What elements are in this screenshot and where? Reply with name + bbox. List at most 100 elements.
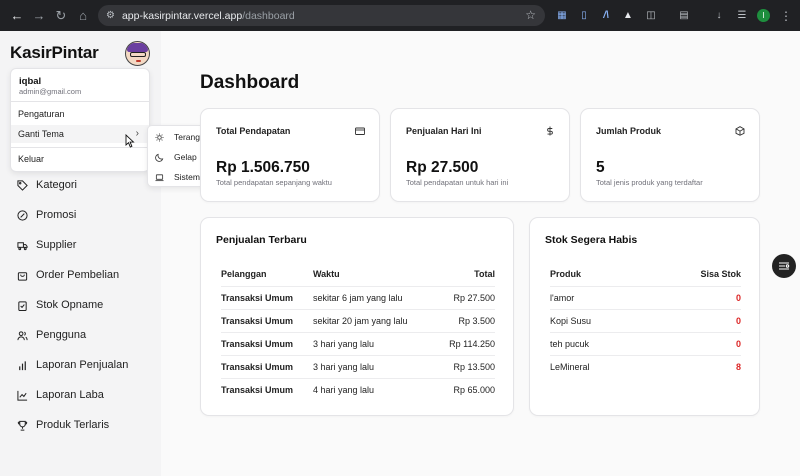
cell-total: Rp 114.250 bbox=[435, 331, 495, 355]
brand-logo-text: KasirPintar bbox=[10, 43, 99, 62]
cell-total: Rp 13.500 bbox=[435, 354, 495, 378]
menu-item-settings[interactable]: Pengaturan bbox=[11, 105, 149, 123]
translate-icon[interactable]: ▤ bbox=[674, 6, 694, 25]
cell-stock: 0 bbox=[646, 308, 741, 332]
cell-product: l'amor bbox=[550, 285, 647, 309]
home-icon[interactable]: ⌂ bbox=[72, 5, 94, 27]
cell-total: Rp 65.000 bbox=[435, 377, 495, 401]
stat-card-product-count: Jumlah Produk 5 Total jenis produk yang … bbox=[580, 108, 760, 202]
cell-customer: Transaksi Umum bbox=[221, 354, 313, 378]
column-header-time: Waktu bbox=[313, 269, 340, 280]
cell-time: 4 hari yang lalu bbox=[313, 377, 436, 401]
theme-option-label: Sistem bbox=[174, 172, 200, 182]
sidebar-item-supplier[interactable]: Supplier bbox=[0, 230, 161, 260]
moon-icon bbox=[155, 153, 164, 162]
cell-time: sekitar 20 jam yang lalu bbox=[313, 308, 436, 332]
cell-total: Rp 27.500 bbox=[435, 285, 495, 309]
stat-card-total-revenue: Total Pendapatan Rp 1.506.750 Total pend… bbox=[200, 108, 380, 202]
cell-customer: Transaksi Umum bbox=[221, 377, 313, 401]
triangle-extension-icon[interactable]: ▲ bbox=[618, 6, 638, 25]
user-email: admin@gmail.com bbox=[19, 87, 82, 96]
sidebar-item-laporan-laba[interactable]: Laporan Laba bbox=[0, 380, 161, 410]
list-toggle-icon bbox=[779, 262, 790, 270]
sidebar-item-laporan-penjualan[interactable]: Laporan Penjualan bbox=[0, 350, 161, 380]
user-dropdown-menu: iqbal admin@gmail.com Pengaturan Ganti T… bbox=[10, 68, 150, 172]
table-row: Transaksi Umum sekitar 20 jam yang lalu … bbox=[221, 308, 495, 332]
browser-toolbar: ← → ↻ ⌂ ⚙ app-kasirpintar.vercel.app/das… bbox=[0, 0, 800, 31]
table-header-row: Produk Sisa Stok bbox=[550, 263, 741, 286]
column-header-product: Produk bbox=[550, 269, 582, 280]
profile-avatar[interactable]: I bbox=[757, 9, 770, 22]
user-avatar[interactable] bbox=[125, 41, 150, 66]
sidebar-item-label: Supplier bbox=[36, 239, 77, 251]
cell-customer: Transaksi Umum bbox=[221, 285, 313, 309]
column-header-customer: Pelanggan bbox=[221, 269, 267, 280]
sidebar-item-produk-terlaris[interactable]: Produk Terlaris bbox=[0, 410, 161, 440]
back-icon[interactable]: ← bbox=[6, 5, 28, 27]
browser-menu-icon[interactable]: ⋮ bbox=[776, 6, 796, 25]
ai-extension-icon[interactable]: /\ bbox=[596, 6, 616, 25]
cell-total: Rp 3.500 bbox=[435, 308, 495, 332]
cell-stock: 0 bbox=[646, 285, 741, 309]
sidebar-item-kategori[interactable]: Kategori bbox=[0, 170, 161, 200]
stat-card-value: Rp 1.506.750 bbox=[216, 159, 310, 176]
stat-card-sales-today: Penjualan Hari Ini Rp 27.500 Total penda… bbox=[390, 108, 570, 202]
url-path: /dashboard bbox=[242, 9, 295, 22]
low-stock-title: Stok Segera Habis bbox=[545, 234, 638, 246]
stat-card-value: 5 bbox=[596, 159, 605, 176]
table-row: Transaksi Umum 4 hari yang lalu Rp 65.00… bbox=[221, 377, 495, 401]
line-chart-icon bbox=[17, 390, 28, 401]
package-icon bbox=[735, 126, 745, 136]
table-row: Transaksi Umum 3 hari yang lalu Rp 114.2… bbox=[221, 331, 495, 355]
url-host: app-kasirpintar.vercel.app bbox=[121, 9, 243, 22]
sidebar-item-label: Laporan Laba bbox=[36, 389, 104, 401]
mouse-cursor-icon bbox=[125, 134, 135, 148]
cell-product: Kopi Susu bbox=[550, 308, 647, 332]
column-header-stock: Sisa Stok bbox=[700, 269, 741, 280]
reload-icon[interactable]: ↻ bbox=[50, 5, 72, 27]
page-title: Dashboard bbox=[200, 72, 300, 93]
extensions-puzzle-icon[interactable]: ◫ bbox=[641, 6, 661, 25]
cell-time: 3 hari yang lalu bbox=[313, 331, 436, 355]
sidebar-item-order-pembelian[interactable]: Order Pembelian bbox=[0, 260, 161, 290]
theme-option-label: Terang bbox=[174, 132, 200, 142]
sidebar-item-label: Promosi bbox=[36, 209, 77, 221]
stat-card-title: Jumlah Produk bbox=[596, 126, 662, 136]
sidebar-item-pengguna[interactable]: Pengguna bbox=[0, 320, 161, 350]
badge-percent-icon bbox=[17, 209, 28, 221]
forward-icon[interactable]: → bbox=[28, 5, 50, 27]
bookmark-star-icon[interactable]: ☆ bbox=[525, 8, 536, 22]
cell-customer: Transaksi Umum bbox=[221, 308, 313, 332]
floating-action-button[interactable] bbox=[772, 254, 796, 278]
table-row: Transaksi Umum sekitar 6 jam yang lalu R… bbox=[221, 285, 495, 309]
cell-customer: Transaksi Umum bbox=[221, 331, 313, 355]
media-controls-icon[interactable]: ☰ bbox=[732, 6, 752, 25]
download-icon[interactable]: ↓ bbox=[709, 6, 729, 25]
cell-product: teh pucuk bbox=[550, 331, 647, 355]
stat-card-description: Total pendapatan sepanjang waktu bbox=[216, 178, 332, 187]
clipboard-check-icon bbox=[18, 300, 27, 311]
sidebar-item-stok-opname[interactable]: Stok Opname bbox=[0, 290, 161, 320]
column-header-total: Total bbox=[474, 269, 495, 280]
stat-card-title: Total Pendapatan bbox=[216, 126, 291, 136]
address-bar[interactable]: ⚙ app-kasirpintar.vercel.app/dashboard ☆ bbox=[98, 5, 545, 26]
recent-sales-table: Pelanggan Waktu Total Transaksi Umum sek… bbox=[221, 263, 495, 401]
dollar-sign-icon bbox=[547, 126, 553, 136]
user-name: iqbal bbox=[19, 76, 42, 87]
laptop-icon bbox=[155, 173, 164, 181]
translate-extension-icon[interactable]: ▦ bbox=[552, 6, 572, 25]
theme-option-label: Gelap bbox=[174, 152, 197, 162]
truck-icon bbox=[17, 241, 28, 250]
sidebar-item-label: Laporan Penjualan bbox=[36, 359, 129, 371]
sidebar-item-label: Kategori bbox=[36, 179, 77, 191]
site-info-icon[interactable]: ⚙ bbox=[106, 10, 115, 21]
docs-extension-icon[interactable]: ▯ bbox=[574, 6, 594, 25]
sidebar-item-promosi[interactable]: Promosi bbox=[0, 200, 161, 230]
stat-card-description: Total pendapatan untuk hari ini bbox=[406, 178, 509, 187]
table-row: teh pucuk 0 bbox=[550, 331, 741, 355]
trophy-icon bbox=[17, 420, 28, 431]
stat-card-title: Penjualan Hari Ini bbox=[406, 126, 482, 136]
cell-time: sekitar 6 jam yang lalu bbox=[313, 285, 436, 309]
users-icon bbox=[17, 330, 28, 340]
menu-item-logout[interactable]: Keluar bbox=[11, 150, 149, 168]
